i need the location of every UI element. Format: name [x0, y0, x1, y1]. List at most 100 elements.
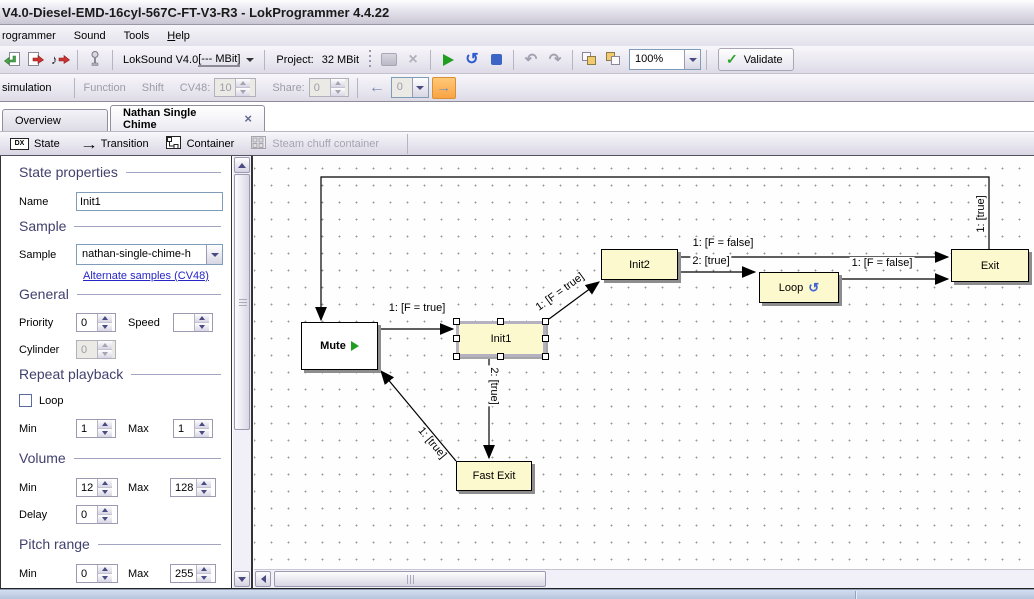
- write-decoder-button: [378, 49, 400, 71]
- volume-max-value: 128: [171, 479, 196, 496]
- spin-up-icon[interactable]: [98, 479, 112, 487]
- selection-handle[interactable]: [497, 353, 504, 360]
- share-label: Share:: [268, 82, 308, 94]
- repeat-max-stepper[interactable]: 1: [173, 419, 213, 438]
- spin-down-icon[interactable]: [98, 487, 112, 496]
- delay-stepper[interactable]: 0: [76, 505, 118, 524]
- delay-label: Delay: [19, 509, 76, 521]
- send-to-back-button[interactable]: [603, 49, 625, 71]
- loop-checkbox[interactable]: [19, 394, 32, 407]
- step-forward-button[interactable]: →: [432, 77, 456, 99]
- open-file-button[interactable]: [1, 49, 23, 71]
- validate-button[interactable]: ✓ Validate: [718, 48, 794, 71]
- svg-text:♪: ♪: [51, 52, 58, 67]
- device-selector[interactable]: LokSound V4.0 [--- MBit]: [118, 49, 259, 71]
- spin-down-icon[interactable]: [197, 487, 211, 496]
- scroll-up-button[interactable]: [234, 157, 250, 173]
- selection-handle[interactable]: [542, 353, 549, 360]
- play-button[interactable]: [437, 49, 459, 71]
- spin-down-icon[interactable]: [98, 322, 112, 331]
- scrollbar-thumb[interactable]: [234, 174, 250, 430]
- spin-up-icon[interactable]: [98, 565, 112, 573]
- bring-to-front-button[interactable]: [579, 49, 601, 71]
- refresh-button[interactable]: ↺: [461, 49, 483, 71]
- scroll-down-button[interactable]: [234, 571, 250, 587]
- tab-nathan-single-chime[interactable]: Nathan Single Chime ×: [110, 105, 265, 131]
- state-node-init2[interactable]: Init2: [601, 249, 678, 280]
- spin-down-icon[interactable]: [195, 428, 209, 437]
- refresh-icon: ↺: [465, 52, 478, 68]
- repeat-min-stepper[interactable]: 1: [76, 419, 116, 438]
- selection-handle[interactable]: [542, 318, 549, 325]
- scroll-left-button[interactable]: [255, 571, 271, 587]
- step-back-icon[interactable]: ←: [363, 79, 391, 97]
- export-sound-button[interactable]: ♪: [49, 49, 71, 71]
- sample-dropdown-button[interactable]: [206, 245, 222, 264]
- selection-handle[interactable]: [453, 318, 460, 325]
- name-input[interactable]: [76, 192, 223, 211]
- speed-label: Speed: [128, 317, 173, 329]
- sample-combobox[interactable]: nathan-single-chime-h: [76, 244, 223, 265]
- spin-up-icon[interactable]: [195, 420, 209, 428]
- menu-programmer[interactable]: rogrammer: [0, 27, 65, 45]
- scrollbar-thumb[interactable]: [274, 571, 546, 587]
- tab-overview[interactable]: Overview: [2, 109, 108, 131]
- stop-button[interactable]: [485, 49, 507, 71]
- container-tool[interactable]: Container: [165, 135, 235, 153]
- step-dropdown-button: [412, 78, 428, 97]
- pitch-max-stepper[interactable]: 255: [170, 564, 216, 583]
- spin-up-icon[interactable]: [195, 314, 209, 322]
- spin-up-icon[interactable]: [197, 565, 211, 573]
- state-node-mute[interactable]: Mute: [301, 322, 378, 370]
- connect-decoder-button[interactable]: [84, 49, 106, 71]
- state-node-loop[interactable]: Loop↺: [759, 272, 839, 303]
- state-node-exit[interactable]: Exit: [951, 249, 1029, 282]
- diagram-canvas[interactable]: 1: [true]1: [F = true]1: [F = true]1: [F…: [254, 156, 1034, 569]
- selection-handle[interactable]: [453, 335, 460, 342]
- volume-min-stepper[interactable]: 12: [76, 478, 118, 497]
- title-bar: V4.0-Diesel-EMD-16cyl-567C-FT-V3-R3 - Lo…: [0, 0, 1034, 25]
- tab-label: Overview: [15, 115, 61, 127]
- toolbar-grip[interactable]: [369, 50, 373, 70]
- menu-sound[interactable]: Sound: [65, 27, 115, 45]
- state-node-init1[interactable]: Init1: [456, 321, 546, 357]
- spin-down-icon[interactable]: [197, 573, 211, 582]
- spin-down-icon[interactable]: [98, 573, 112, 582]
- pitch-min-value: 0: [77, 565, 97, 582]
- repeat-min-value: 1: [77, 420, 97, 437]
- zoom-dropdown-button[interactable]: [684, 50, 700, 69]
- max-label: Max: [128, 423, 173, 435]
- transition-tool[interactable]: → Transition: [82, 136, 149, 152]
- spin-up-icon[interactable]: [98, 420, 112, 428]
- close-tab-icon[interactable]: ×: [244, 112, 252, 125]
- state-node-fast-exit[interactable]: Fast Exit: [456, 461, 532, 491]
- volume-max-stepper[interactable]: 128: [170, 478, 216, 497]
- selection-handle[interactable]: [497, 318, 504, 325]
- pitch-min-stepper[interactable]: 0: [76, 564, 118, 583]
- save-file-button[interactable]: [25, 49, 47, 71]
- steam-chuff-container-tool: Steam chuff container: [250, 135, 379, 153]
- canvas-horizontal-scrollbar[interactable]: [254, 569, 1034, 588]
- priority-stepper[interactable]: 0: [76, 313, 116, 332]
- menu-tools[interactable]: Tools: [115, 27, 159, 45]
- speed-stepper[interactable]: [173, 313, 213, 332]
- step-value: 0: [392, 78, 412, 97]
- spin-down-icon[interactable]: [98, 428, 112, 437]
- menu-help[interactable]: Help: [158, 27, 199, 45]
- panel-vertical-scrollbar[interactable]: [233, 156, 252, 588]
- spin-up-icon[interactable]: [197, 479, 211, 487]
- spin-down-icon[interactable]: [195, 322, 209, 331]
- zoom-combobox[interactable]: 100%: [629, 49, 701, 70]
- step-forward-icon: →: [436, 79, 451, 96]
- transition-edge[interactable]: [381, 371, 456, 461]
- selection-handle[interactable]: [542, 335, 549, 342]
- spin-up-icon[interactable]: [98, 314, 112, 322]
- alternate-samples-link[interactable]: Alternate samples (CV48): [83, 270, 209, 282]
- state-node-label: Exit: [981, 260, 999, 272]
- spin-down-icon[interactable]: [98, 514, 112, 523]
- spin-up-icon[interactable]: [98, 506, 112, 514]
- toolbar-separator: [706, 50, 707, 70]
- state-tool[interactable]: DX State: [10, 138, 60, 150]
- selection-handle[interactable]: [453, 353, 460, 360]
- section-general: General: [19, 286, 221, 302]
